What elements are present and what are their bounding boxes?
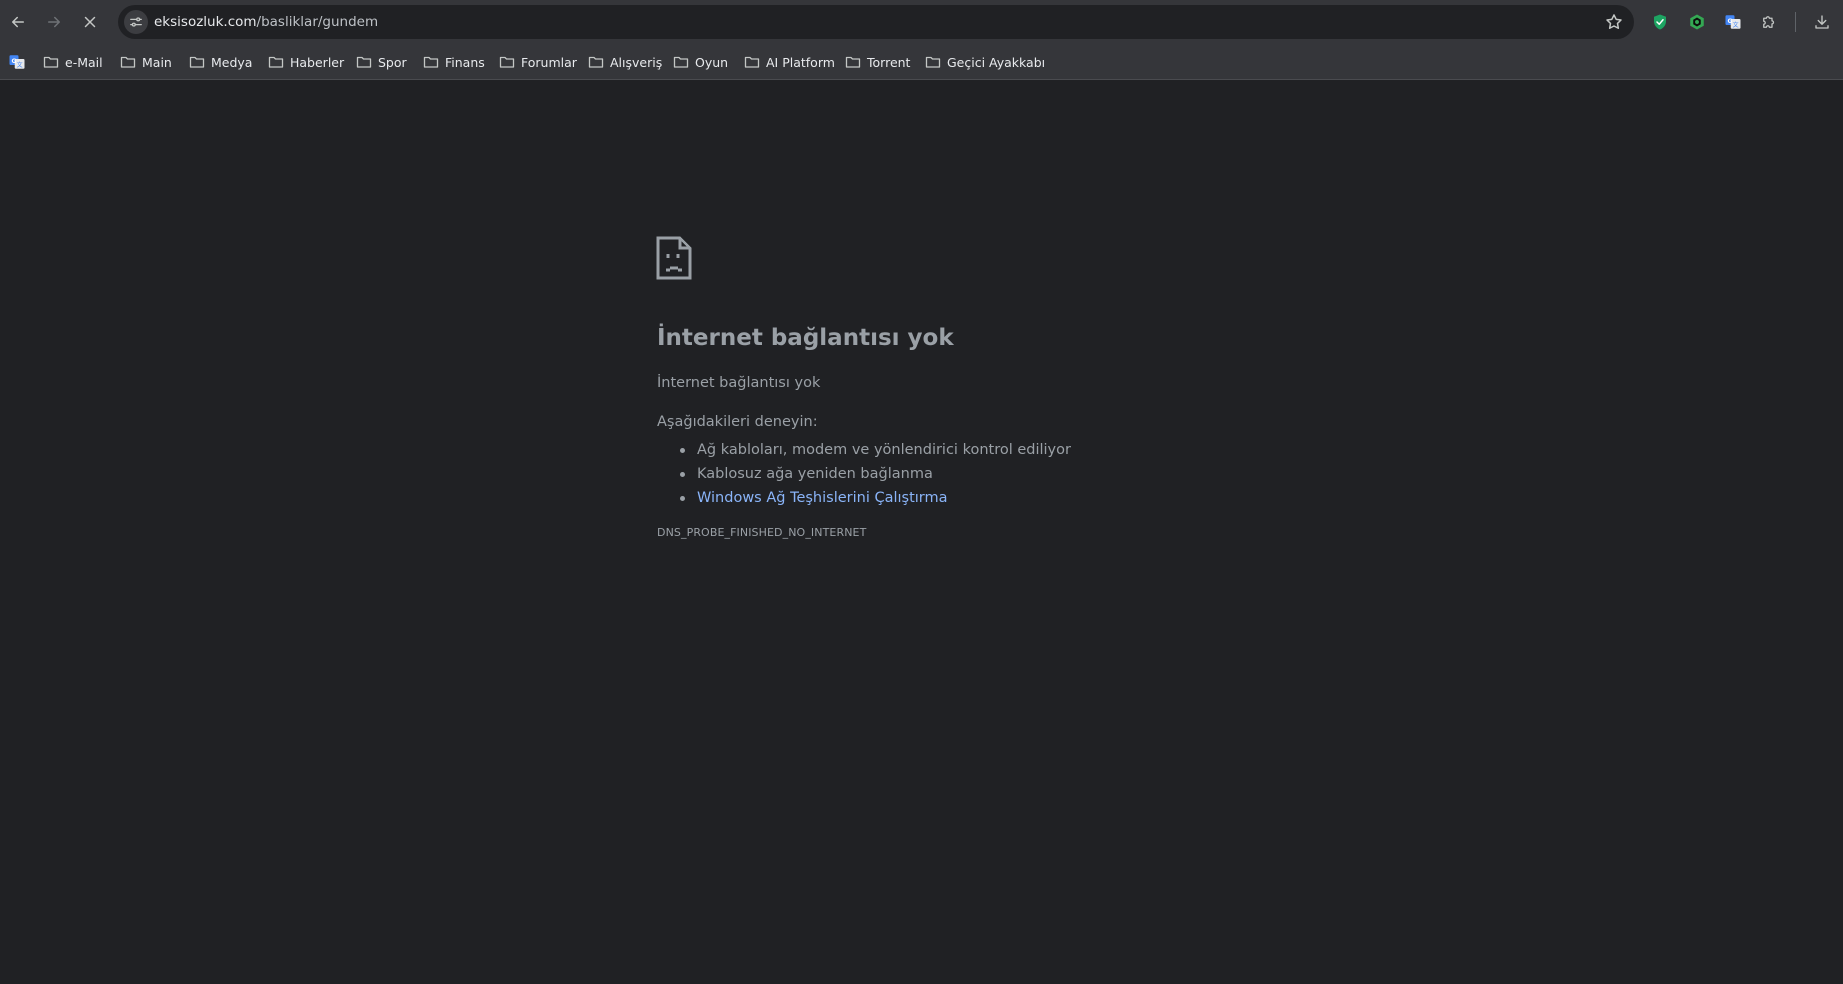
back-button[interactable] bbox=[2, 6, 34, 38]
suggestion-item-diagnostics: Windows Ağ Teşhislerini Çalıştırma bbox=[657, 486, 1071, 510]
folder-icon bbox=[499, 56, 515, 68]
bookmark-label: Main bbox=[142, 54, 172, 70]
close-icon bbox=[84, 16, 96, 28]
svg-text:G: G bbox=[1728, 18, 1733, 25]
bookmark-label: Torrent bbox=[867, 54, 911, 70]
bookmark-folder-spor[interactable]: Spor bbox=[352, 51, 411, 73]
suggestion-item: Kablosuz ağa yeniden bağlanma bbox=[657, 462, 1071, 486]
bookmark-folder-forumlar[interactable]: Forumlar bbox=[495, 51, 581, 73]
folder-icon bbox=[588, 56, 604, 68]
bookmark-folder-main[interactable]: Main bbox=[116, 51, 176, 73]
bookmark-star-button[interactable] bbox=[1604, 12, 1624, 32]
download-icon bbox=[1815, 15, 1829, 29]
svg-text:文: 文 bbox=[17, 61, 23, 69]
bookmark-translate-shortcut[interactable]: G 文 bbox=[8, 53, 26, 71]
hexagon-icon bbox=[1690, 14, 1704, 30]
url-text[interactable]: eksisozluk.com/basliklar/gundem bbox=[154, 5, 378, 39]
bookmark-folder-ai-platform[interactable]: AI Platform bbox=[740, 51, 839, 73]
extension-hexagon-button[interactable] bbox=[1685, 10, 1709, 34]
bookmark-label: Alışveriş bbox=[610, 54, 663, 70]
url-path: /basliklar/gundem bbox=[256, 14, 379, 30]
bookmark-label: AI Platform bbox=[766, 54, 835, 70]
bookmark-folder-oyun[interactable]: Oyun bbox=[669, 51, 732, 73]
suggestion-item: Ağ kabloları, modem ve yönlendirici kont… bbox=[657, 438, 1071, 462]
browser-toolbar: eksisozluk.com/basliklar/gundem G 文 bbox=[0, 0, 1843, 44]
extensions-menu-button[interactable] bbox=[1757, 10, 1781, 34]
svg-text:G: G bbox=[12, 58, 17, 65]
star-icon bbox=[1606, 14, 1622, 29]
extension-shield-button[interactable] bbox=[1648, 10, 1672, 34]
folder-icon bbox=[423, 56, 439, 68]
folder-icon bbox=[356, 56, 372, 68]
folder-icon bbox=[744, 56, 760, 68]
svg-text:文: 文 bbox=[1733, 21, 1739, 29]
puzzle-icon bbox=[1763, 16, 1775, 28]
shield-check-icon bbox=[1654, 14, 1666, 30]
url-domain: eksisozluk.com bbox=[154, 14, 257, 30]
bookmark-folder-email[interactable]: e-Mail bbox=[39, 51, 107, 73]
suggestions-heading: Aşağıdakileri deneyin: bbox=[657, 414, 818, 430]
bookmark-label: Forumlar bbox=[521, 54, 577, 70]
tune-icon bbox=[130, 17, 142, 27]
error-subtitle: İnternet bağlantısı yok bbox=[657, 375, 821, 391]
stop-loading-button[interactable] bbox=[74, 6, 106, 38]
bookmark-label: e-Mail bbox=[65, 54, 103, 70]
bookmark-label: Oyun bbox=[695, 54, 729, 70]
bookmark-folder-torrent[interactable]: Torrent bbox=[841, 51, 914, 73]
bookmark-folder-gecici-ayakkabi[interactable]: Geçici Ayakkabı bbox=[921, 51, 1049, 73]
sad-document-icon bbox=[656, 236, 692, 280]
bookmark-folder-haberler[interactable]: Haberler bbox=[264, 51, 348, 73]
folder-icon bbox=[673, 56, 689, 68]
folder-icon bbox=[925, 56, 941, 68]
folder-icon bbox=[189, 56, 205, 68]
run-diagnostics-link[interactable]: Windows Ağ Teşhislerini Çalıştırma bbox=[697, 490, 948, 506]
error-title: İnternet bağlantısı yok bbox=[657, 325, 954, 351]
bookmarks-bar: G 文 e-Mail Main Medya Haberler Spor Fina… bbox=[0, 44, 1843, 80]
google-translate-icon: G 文 bbox=[9, 55, 25, 69]
folder-icon bbox=[120, 56, 136, 68]
forward-button[interactable] bbox=[38, 6, 70, 38]
arrow-right-icon bbox=[48, 16, 60, 28]
google-translate-icon: G 文 bbox=[1725, 15, 1741, 29]
site-info-button[interactable] bbox=[124, 10, 148, 34]
bookmark-label: Spor bbox=[378, 54, 407, 70]
error-code: DNS_PROBE_FINISHED_NO_INTERNET bbox=[657, 526, 867, 539]
downloads-button[interactable] bbox=[1810, 10, 1834, 34]
arrow-left-icon bbox=[12, 16, 24, 28]
toolbar-separator bbox=[1795, 12, 1796, 32]
bookmark-label: Medya bbox=[211, 54, 253, 70]
bookmark-label: Finans bbox=[445, 54, 485, 70]
folder-icon bbox=[845, 56, 861, 68]
error-page: İnternet bağlantısı yok İnternet bağlant… bbox=[0, 81, 1843, 984]
suggestions-list: Ağ kabloları, modem ve yönlendirici kont… bbox=[657, 438, 1071, 510]
bookmark-label: Geçici Ayakkabı bbox=[947, 54, 1046, 70]
bookmark-folder-medya[interactable]: Medya bbox=[185, 51, 256, 73]
bookmark-label: Haberler bbox=[290, 54, 345, 70]
bookmark-folder-finans[interactable]: Finans bbox=[419, 51, 489, 73]
bookmark-folder-alisveris[interactable]: Alışveriş bbox=[584, 51, 666, 73]
folder-icon bbox=[268, 56, 284, 68]
address-bar[interactable]: eksisozluk.com/basliklar/gundem bbox=[118, 5, 1634, 39]
extension-translate-button[interactable]: G 文 bbox=[1721, 10, 1745, 34]
folder-icon bbox=[43, 56, 59, 68]
